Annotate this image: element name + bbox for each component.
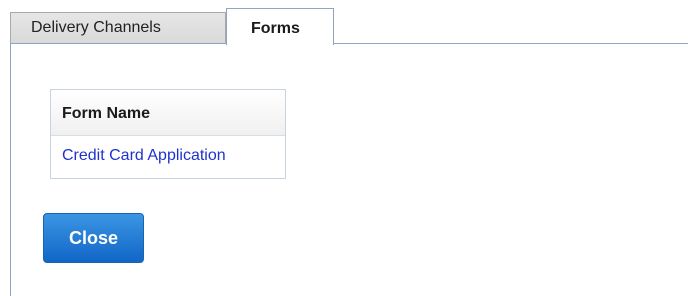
- tab-forms[interactable]: Forms: [226, 8, 334, 45]
- forms-table: Form Name Credit Card Application: [50, 89, 286, 179]
- panel-border: [10, 43, 11, 296]
- column-header-form-name: Form Name: [51, 90, 285, 136]
- close-button[interactable]: Close: [43, 213, 144, 263]
- tab-strip: Delivery Channels Forms: [0, 0, 688, 45]
- tab-delivery-channels[interactable]: Delivery Channels: [10, 12, 226, 44]
- form-link-credit-card-application[interactable]: Credit Card Application: [51, 136, 285, 178]
- tab-strip-divider: [334, 43, 688, 44]
